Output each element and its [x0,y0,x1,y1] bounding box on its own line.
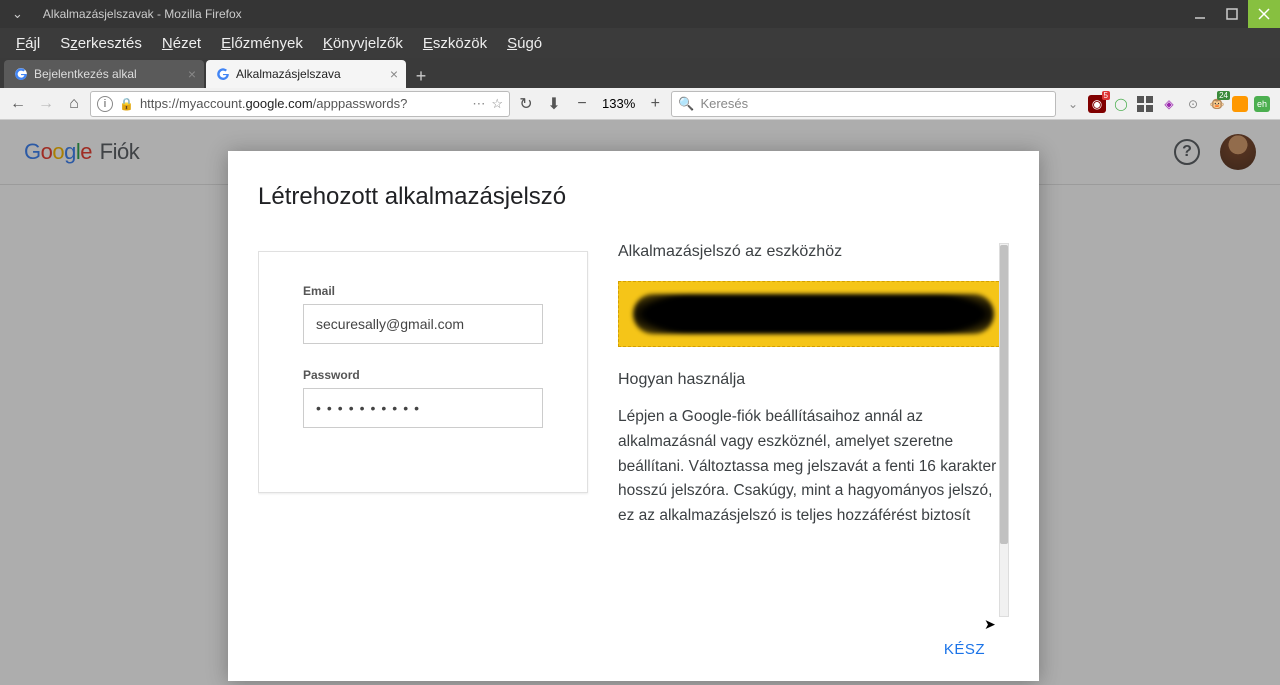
tab-label: Bejelentkezés alkal [34,67,184,81]
site-info-icon[interactable]: i [97,96,113,112]
menu-view[interactable]: Nézet [152,31,211,56]
redacted-password [633,294,994,334]
addon-icon-5[interactable] [1232,96,1248,112]
greasemonkey-icon[interactable]: 🐵24 [1208,95,1226,113]
ublock-icon[interactable]: ◉5 [1088,95,1106,113]
login-preview-card: Email securesally@gmail.com Password •••… [258,251,588,493]
addon-icon-6[interactable]: eh [1254,96,1270,112]
tab-label: Alkalmazásjelszava [236,67,386,81]
addon-icon-3[interactable]: ◈ [1160,95,1178,113]
search-bar[interactable]: 🔍 Keresés [671,91,1056,117]
zoom-in-button[interactable]: + [643,92,667,116]
zoom-level: 133% [598,96,639,111]
maximize-button[interactable] [1216,0,1248,28]
email-label: Email [303,284,543,298]
zoom-out-button[interactable]: − [570,92,594,116]
reload-button[interactable]: ↻ [514,92,538,116]
app-menu-icon[interactable]: ⌄ [0,6,35,22]
app-password-heading: Alkalmazásjelszó az eszközhöz [618,243,1009,261]
menu-tools[interactable]: Eszközök [413,31,497,56]
google-favicon-icon [216,67,230,81]
modal-left-column: Email securesally@gmail.com Password •••… [258,231,588,617]
new-tab-button[interactable]: + [408,64,434,88]
pocket-icon[interactable]: ⌄ [1064,95,1082,113]
tab-close-icon[interactable]: × [390,66,398,82]
downloads-button[interactable]: ⬇ [542,92,566,116]
nav-toolbar: ← → ⌂ i 🔒 https://myaccount.google.com/a… [0,88,1280,120]
search-placeholder: Keresés [700,96,748,111]
instructions-text: Lépjen a Google-fiók beállításaihoz anná… [618,405,1009,529]
menu-history[interactable]: Előzmények [211,31,313,56]
bookmark-star-icon[interactable]: ☆ [491,96,503,112]
generated-password-box[interactable] [618,281,1009,347]
lock-icon: 🔒 [119,97,134,111]
addon-icon-1[interactable]: ◯ [1112,95,1130,113]
done-button[interactable]: KÉSZ [936,633,993,666]
url-text: https://myaccount.google.com/apppassword… [140,96,466,111]
addon-bar: ⌄ ◉5 ◯ ◈ ⊙ 🐵24 eh [1060,95,1274,113]
browser-tab-1[interactable]: Alkalmazásjelszava × [206,60,406,88]
forward-button: → [34,92,58,116]
menu-edit[interactable]: Szerkesztés [50,31,152,56]
url-bar[interactable]: i 🔒 https://myaccount.google.com/apppass… [90,91,510,117]
page-content: Google Fiók ? ◄ Létrehozott alkalmazásje… [0,120,1280,685]
home-button[interactable]: ⌂ [62,92,86,116]
back-button[interactable]: ← [6,92,30,116]
password-field: •••••••••• [303,388,543,428]
search-icon: 🔍 [678,96,694,112]
password-label: Password [303,368,543,382]
addon-icon-2[interactable] [1136,95,1154,113]
menu-bookmarks[interactable]: Könyvjelzők [313,31,413,56]
addon-icon-4[interactable]: ⊙ [1184,95,1202,113]
menu-file[interactable]: Fájl [6,31,50,56]
minimize-button[interactable] [1184,0,1216,28]
howto-heading: Hogyan használja [618,371,1009,389]
email-field: securesally@gmail.com [303,304,543,344]
browser-menubar: Fájl Szerkesztés Nézet Előzmények Könyvj… [0,28,1280,58]
menu-help[interactable]: Súgó [497,31,552,56]
tab-strip: Bejelentkezés alkal × Alkalmazásjelszava… [0,58,1280,88]
modal-scrollbar[interactable] [999,243,1009,617]
modal-right-column: Alkalmazásjelszó az eszközhöz Hogyan has… [588,231,1009,617]
window-titlebar: ⌄ Alkalmazásjelszavak - Mozilla Firefox [0,0,1280,28]
app-password-modal: Létrehozott alkalmazásjelszó Email secur… [228,151,1039,681]
google-favicon-icon [14,67,28,81]
close-button[interactable] [1248,0,1280,28]
window-title: Alkalmazásjelszavak - Mozilla Firefox [35,7,1184,21]
url-more-icon[interactable]: ⋯ [472,96,485,112]
tab-close-icon[interactable]: × [188,66,196,82]
modal-title: Létrehozott alkalmazásjelszó [258,183,1009,211]
browser-tab-0[interactable]: Bejelentkezés alkal × [4,60,204,88]
